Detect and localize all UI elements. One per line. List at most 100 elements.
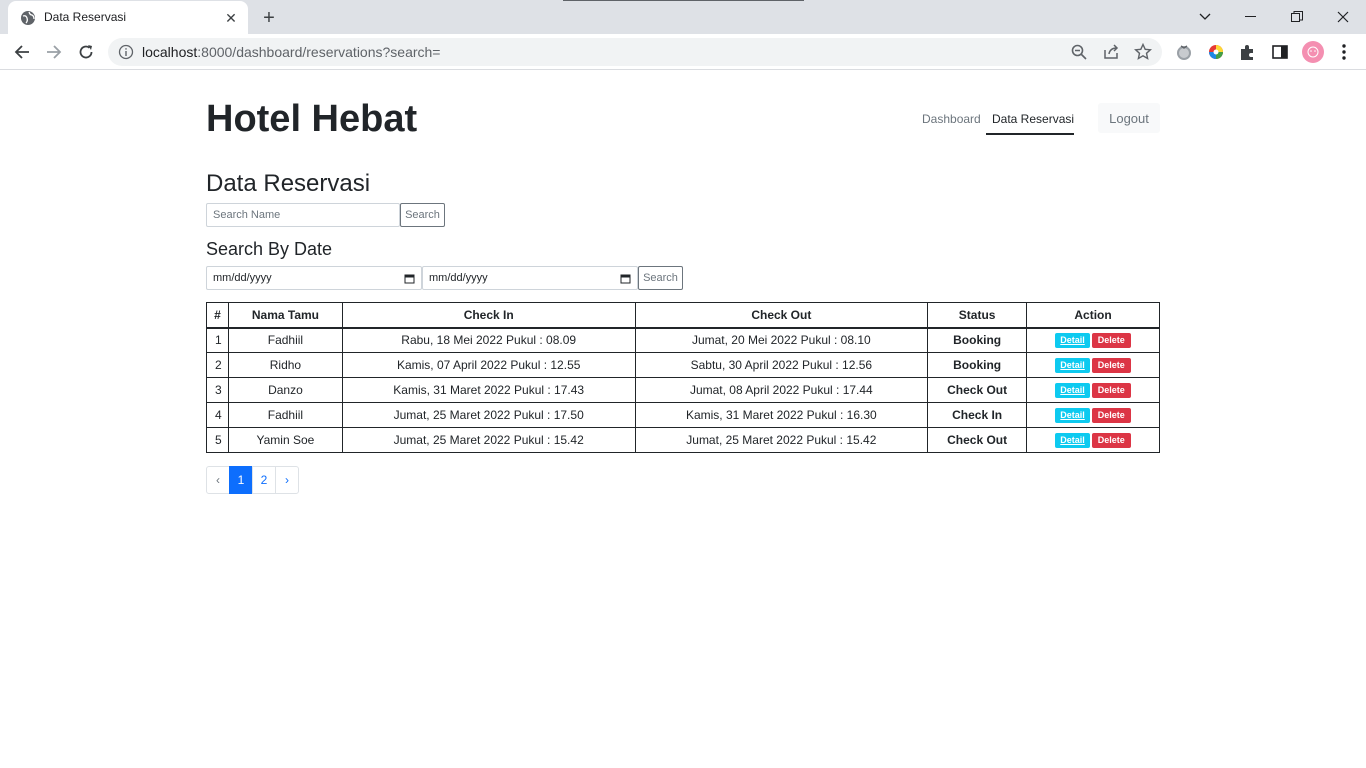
action-cell: Detail Delete bbox=[1026, 377, 1160, 403]
delete-button[interactable]: Delete bbox=[1091, 383, 1131, 398]
row-number: 4 bbox=[206, 402, 229, 428]
check-in-time: Jumat, 25 Maret 2022 Pukul : 17.50 bbox=[341, 402, 636, 428]
pagination-page-1[interactable]: 1 bbox=[229, 466, 253, 494]
action-cell: Detail Delete bbox=[1026, 427, 1160, 453]
table-row: 1 Fadhiil Rabu, 18 Mei 2022 Pukul : 08.0… bbox=[206, 327, 1160, 353]
window-close-icon[interactable] bbox=[1320, 0, 1366, 34]
table-row: 5 Yamin Soe Jumat, 25 Maret 2022 Pukul :… bbox=[206, 427, 1160, 453]
status-text: Booking bbox=[927, 327, 1028, 353]
check-in-time: Kamis, 31 Maret 2022 Pukul : 17.43 bbox=[341, 377, 636, 403]
table-row: 3 Danzo Kamis, 31 Maret 2022 Pukul : 17.… bbox=[206, 377, 1160, 403]
guest-name: Fadhiil bbox=[227, 327, 343, 353]
detail-button[interactable]: Detail bbox=[1055, 433, 1090, 448]
tab-title: Data Reservasi bbox=[44, 10, 127, 24]
status-text: Check In bbox=[927, 402, 1028, 428]
pagination-next[interactable]: › bbox=[275, 466, 299, 494]
detail-button[interactable]: Detail bbox=[1055, 408, 1090, 423]
tab-search-chevron-icon[interactable] bbox=[1182, 0, 1228, 34]
table-row: 2 Ridho Kamis, 07 April 2022 Pukul : 12.… bbox=[206, 352, 1160, 378]
guest-name: Danzo bbox=[227, 377, 343, 403]
column-header-action: Action bbox=[1026, 302, 1160, 329]
browser-toolbar: localhost:8000/dashboard/reservations?se… bbox=[0, 34, 1366, 70]
calendar-icon[interactable] bbox=[620, 273, 631, 284]
more-menu-icon[interactable] bbox=[1334, 42, 1354, 62]
page-title: Data Reservasi bbox=[206, 170, 371, 197]
check-in-time: Kamis, 07 April 2022 Pukul : 12.55 bbox=[341, 352, 636, 378]
search-name-input[interactable]: Search Name bbox=[206, 203, 400, 227]
search-date-button[interactable]: Search bbox=[638, 266, 683, 290]
pagination-page-2[interactable]: 2 bbox=[252, 466, 276, 494]
search-name-button[interactable]: Search bbox=[400, 203, 445, 227]
extensions-puzzle-icon[interactable] bbox=[1238, 42, 1258, 62]
calendar-icon[interactable] bbox=[404, 273, 415, 284]
detail-button[interactable]: Detail bbox=[1055, 358, 1090, 373]
check-in-time: Rabu, 18 Mei 2022 Pukul : 08.09 bbox=[341, 327, 636, 353]
site-info-icon[interactable] bbox=[118, 44, 134, 60]
date-from-input[interactable]: mm/dd/yyyy bbox=[206, 266, 422, 290]
minimize-icon[interactable] bbox=[1228, 0, 1274, 34]
date-to-placeholder: mm/dd/yyyy bbox=[429, 272, 488, 284]
row-number: 5 bbox=[206, 427, 229, 453]
column-header-status: Status bbox=[927, 302, 1028, 329]
pagination: ‹ 1 2 › bbox=[206, 466, 299, 494]
table-header-row: # Nama Tamu Check In Check Out Status Ac… bbox=[206, 302, 1160, 329]
column-header-guest-name: Nama Tamu bbox=[227, 302, 343, 329]
guest-name: Ridho bbox=[227, 352, 343, 378]
reservations-table: # Nama Tamu Check In Check Out Status Ac… bbox=[206, 302, 1160, 453]
address-bar[interactable]: localhost:8000/dashboard/reservations?se… bbox=[108, 38, 1162, 66]
table-row: 4 Fadhiil Jumat, 25 Maret 2022 Pukul : 1… bbox=[206, 402, 1160, 428]
status-text: Check Out bbox=[927, 377, 1028, 403]
brand-title[interactable]: Hotel Hebat bbox=[206, 98, 417, 141]
check-in-time: Jumat, 25 Maret 2022 Pukul : 15.42 bbox=[341, 427, 636, 453]
guest-name: Fadhiil bbox=[227, 402, 343, 428]
check-out-time: Jumat, 25 Maret 2022 Pukul : 15.42 bbox=[634, 427, 929, 453]
detail-button[interactable]: Detail bbox=[1055, 383, 1090, 398]
status-text: Booking bbox=[927, 352, 1028, 378]
action-cell: Detail Delete bbox=[1026, 402, 1160, 428]
bookmark-star-icon[interactable] bbox=[1134, 43, 1152, 61]
check-out-time: Sabtu, 30 April 2022 Pukul : 12.56 bbox=[634, 352, 929, 378]
browser-tab[interactable]: Data Reservasi ✕ bbox=[8, 1, 248, 34]
check-out-time: Kamis, 31 Maret 2022 Pukul : 16.30 bbox=[634, 402, 929, 428]
column-header-check-in: Check In bbox=[341, 302, 636, 329]
side-panel-icon[interactable] bbox=[1270, 42, 1290, 62]
status-text: Check Out bbox=[927, 427, 1028, 453]
close-tab-icon[interactable]: ✕ bbox=[222, 9, 240, 27]
nav-link-dashboard[interactable]: Dashboard bbox=[922, 112, 981, 126]
new-tab-icon[interactable]: + bbox=[258, 7, 280, 29]
reload-icon[interactable] bbox=[72, 38, 100, 66]
pagination-prev[interactable]: ‹ bbox=[206, 466, 230, 494]
logout-button[interactable]: Logout bbox=[1098, 103, 1160, 133]
back-arrow-icon[interactable] bbox=[8, 38, 36, 66]
check-out-time: Jumat, 08 April 2022 Pukul : 17.44 bbox=[634, 377, 929, 403]
share-icon[interactable] bbox=[1102, 43, 1120, 61]
action-cell: Detail Delete bbox=[1026, 352, 1160, 378]
row-number: 3 bbox=[206, 377, 229, 403]
restore-icon[interactable] bbox=[1274, 0, 1320, 34]
delete-button[interactable]: Delete bbox=[1091, 358, 1131, 373]
browser-tabstrip: Data Reservasi ✕ + bbox=[0, 0, 1366, 34]
action-cell: Detail Delete bbox=[1026, 327, 1160, 353]
profile-avatar[interactable] bbox=[1302, 41, 1324, 63]
url-text[interactable]: localhost:8000/dashboard/reservations?se… bbox=[142, 44, 440, 60]
profile-face-icon bbox=[1307, 46, 1319, 58]
delete-button[interactable]: Delete bbox=[1091, 408, 1131, 423]
column-header-check-out: Check Out bbox=[634, 302, 929, 329]
date-to-input[interactable]: mm/dd/yyyy bbox=[422, 266, 638, 290]
delete-button[interactable]: Delete bbox=[1091, 433, 1131, 448]
row-number: 1 bbox=[206, 327, 229, 353]
date-from-placeholder: mm/dd/yyyy bbox=[213, 272, 272, 284]
zoom-icon[interactable] bbox=[1070, 43, 1088, 61]
check-out-time: Jumat, 20 Mei 2022 Pukul : 08.10 bbox=[634, 327, 929, 353]
detail-button[interactable]: Detail bbox=[1055, 333, 1090, 349]
forward-arrow-icon[interactable] bbox=[40, 38, 68, 66]
nav-link-reservations[interactable]: Data Reservasi bbox=[992, 112, 1074, 126]
globe-icon bbox=[21, 11, 35, 25]
tabstrip-divider bbox=[563, 0, 804, 1]
guest-name: Yamin Soe bbox=[227, 427, 343, 453]
delete-button[interactable]: Delete bbox=[1091, 333, 1131, 349]
row-number: 2 bbox=[206, 352, 229, 378]
extension-color-wheel-icon[interactable] bbox=[1206, 42, 1226, 62]
extension-tomato-icon[interactable] bbox=[1174, 42, 1194, 62]
search-by-date-heading: Search By Date bbox=[206, 239, 333, 259]
